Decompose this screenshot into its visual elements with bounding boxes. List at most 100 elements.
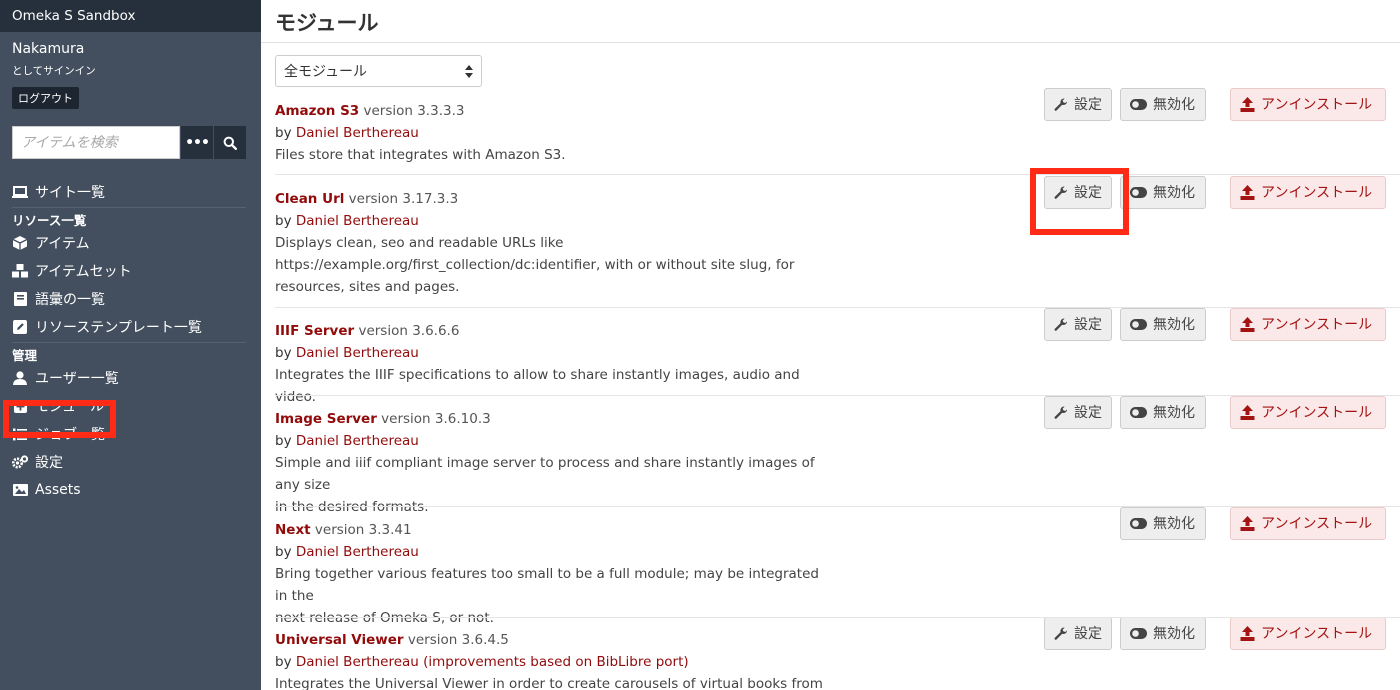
module-description-line: in the desired formats. [275, 499, 429, 515]
toggle-on-icon [1130, 407, 1147, 418]
module-version: version 3.6.10.3 [381, 411, 491, 427]
toggle-on-icon [1130, 319, 1147, 330]
module-name[interactable]: IIIF Server [275, 323, 354, 339]
sidebar-item-assets[interactable]: Assets [12, 476, 246, 504]
search-input[interactable] [12, 126, 180, 159]
configure-button[interactable]: 設定 [1044, 308, 1112, 341]
module-description-line: Integrates the Universal Viewer in order… [275, 676, 823, 690]
module-row: Clean Url version 3.17.3.3 by Daniel Bert… [275, 176, 1386, 298]
disable-label: 無効化 [1153, 96, 1195, 113]
signed-in-text: としてサインイン [12, 65, 96, 77]
sidebar-item-templates[interactable]: リソーステンプレート一覧 [12, 313, 246, 341]
by-label: by [275, 544, 296, 560]
module-name[interactable]: Amazon S3 [275, 103, 359, 119]
search-button[interactable] [213, 126, 246, 159]
uninstall-button[interactable]: アンインストール [1230, 176, 1386, 209]
disable-button[interactable]: 無効化 [1120, 617, 1206, 650]
module-actions: 設定 無効化 アンインストール [1036, 396, 1386, 429]
wrench-icon [1054, 406, 1067, 419]
disable-button[interactable]: 無効化 [1120, 507, 1206, 540]
sidebar-item-item-sets[interactable]: アイテムセット [12, 257, 246, 285]
sidebar-item-users[interactable]: ユーザー一覧 [12, 364, 246, 392]
disable-label: 無効化 [1153, 316, 1195, 333]
module-description-line: resources, sites and pages. [275, 279, 460, 295]
section-admin: 管理 [12, 348, 38, 363]
sidebar-item-label: 語彙の一覧 [35, 292, 105, 308]
configure-label: 設定 [1074, 96, 1102, 113]
module-author-link[interactable]: Daniel Berthereau [296, 544, 419, 560]
wrench-icon [1054, 186, 1067, 199]
module-author-link[interactable]: Daniel Berthereau [296, 345, 419, 361]
sidebar-item-label: Assets [35, 482, 81, 498]
search-icon [223, 136, 237, 150]
module-name[interactable]: Clean Url [275, 191, 344, 207]
upload-icon [1240, 317, 1255, 332]
sidebar-item-label: アイテムセット [35, 264, 132, 280]
sidebar-item-modules[interactable]: モジュール [12, 392, 246, 420]
module-description-line: Bring together various features too smal… [275, 566, 819, 604]
uninstall-button[interactable]: アンインストール [1230, 88, 1386, 121]
toggle-on-icon [1130, 187, 1147, 198]
uninstall-label: アンインストール [1261, 404, 1373, 421]
module-author-link[interactable]: Daniel Berthereau [296, 433, 419, 449]
module-version: version 3.3.41 [314, 522, 412, 538]
module-actions: 設定 無効化 アンインストール [1036, 88, 1386, 121]
module-author-link[interactable]: Daniel Berthereau [296, 213, 419, 229]
sidebar-item-items[interactable]: アイテム [12, 229, 246, 257]
user-name[interactable]: Nakamura [12, 41, 84, 57]
module-separator [275, 174, 1400, 175]
uninstall-label: アンインストール [1261, 184, 1373, 201]
module-actions: 設定 無効化 アンインストール [1036, 176, 1386, 209]
sidebar-item-label: ユーザー一覧 [35, 371, 119, 387]
plus-square-icon [12, 399, 28, 413]
wrench-icon [1054, 318, 1067, 331]
module-name[interactable]: Next [275, 522, 311, 538]
module-name[interactable]: Image Server [275, 411, 377, 427]
uninstall-button[interactable]: アンインストール [1230, 617, 1386, 650]
sidebar-item-sites[interactable]: サイト一覧 [12, 178, 246, 206]
wrench-icon [1054, 98, 1067, 111]
configure-button[interactable]: 設定 [1044, 176, 1112, 209]
configure-label: 設定 [1074, 184, 1102, 201]
disable-button[interactable]: 無効化 [1120, 88, 1206, 121]
sidebar-item-label: アイテム [35, 236, 90, 252]
module-description-line: Files store that integrates with Amazon … [275, 147, 566, 163]
module-version: version 3.3.3.3 [363, 103, 465, 119]
configure-button[interactable]: 設定 [1044, 396, 1112, 429]
by-label: by [275, 213, 296, 229]
configure-button[interactable]: 設定 [1044, 88, 1112, 121]
module-description-line: next release of Omeka S, or not. [275, 610, 494, 626]
sidebar-item-vocabularies[interactable]: 語彙の一覧 [12, 285, 246, 313]
uninstall-button[interactable]: アンインストール [1230, 308, 1386, 341]
module-filter-select[interactable]: 全モジュール [275, 55, 482, 87]
toggle-on-icon [1130, 99, 1147, 110]
configure-button[interactable]: 設定 [1044, 617, 1112, 650]
uninstall-label: アンインストール [1261, 316, 1373, 333]
module-author-link[interactable]: Daniel Berthereau [296, 125, 419, 141]
upload-icon [1240, 626, 1255, 641]
section-resources: リソース一覧 [12, 213, 87, 228]
module-name[interactable]: Universal Viewer [275, 632, 404, 648]
configure-label: 設定 [1074, 316, 1102, 333]
disable-button[interactable]: 無効化 [1120, 176, 1206, 209]
logout-button[interactable]: ログアウト [12, 87, 79, 109]
site-title[interactable]: Omeka S Sandbox [0, 0, 261, 32]
configure-label: 設定 [1074, 625, 1102, 642]
sidebar-item-settings[interactable]: 設定 [12, 448, 246, 476]
module-author-line: by Daniel Berthereau [275, 342, 1386, 364]
sidebar-nav: サイト一覧 リソース一覧 アイテム アイテムセット 語彙の一覧 リソーステンプレ… [12, 178, 246, 504]
sidebar-item-jobs[interactable]: ジョブ一覧 [12, 420, 246, 448]
uninstall-label: アンインストール [1261, 515, 1373, 532]
sidebar-item-label: 設定 [35, 455, 63, 471]
disable-button[interactable]: 無効化 [1120, 396, 1206, 429]
uninstall-label: アンインストール [1261, 625, 1373, 642]
uninstall-button[interactable]: アンインストール [1230, 507, 1386, 540]
module-separator [275, 506, 1400, 507]
uninstall-button[interactable]: アンインストール [1230, 396, 1386, 429]
disable-button[interactable]: 無効化 [1120, 308, 1206, 341]
page-title: モジュール [275, 11, 379, 35]
select-arrows-icon [465, 64, 473, 78]
cubes-icon [12, 264, 28, 278]
module-author-link[interactable]: Daniel Berthereau (improvements based on… [296, 654, 689, 670]
advanced-search-button[interactable]: ••• [180, 126, 213, 159]
